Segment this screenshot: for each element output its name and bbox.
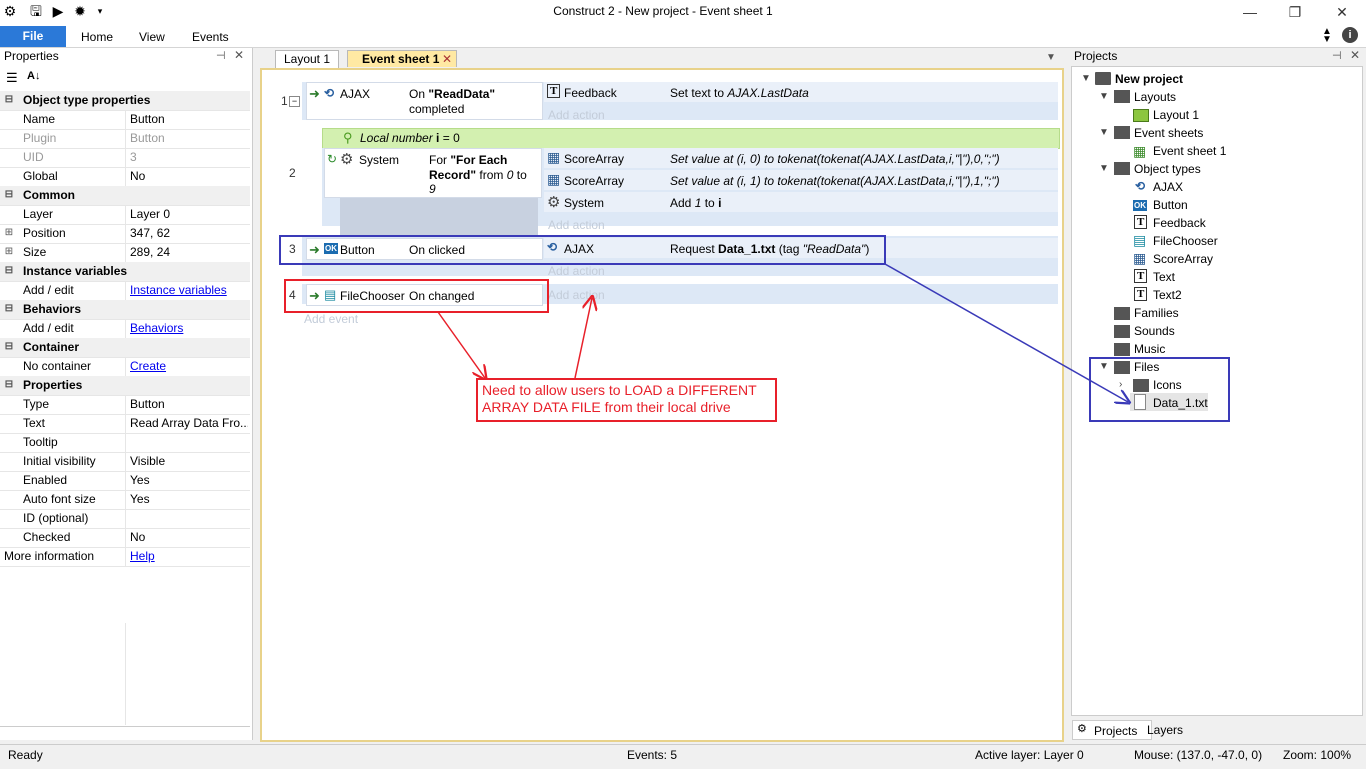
red-highlight-box — [284, 279, 549, 313]
blue-highlight-box — [1089, 357, 1230, 422]
blue-arrow — [884, 263, 1128, 402]
note-line-1: Need to allow users to LOAD a DIFFERENT — [482, 382, 757, 398]
annotation-overlay: Need to allow users to LOAD a DIFFERENT … — [279, 235, 1230, 422]
note-line-2: ARRAY DATA FILE from their local drive — [482, 399, 731, 415]
red-arrow — [437, 311, 485, 378]
red-arrow — [574, 298, 592, 379]
blue-highlight-box — [279, 235, 886, 265]
